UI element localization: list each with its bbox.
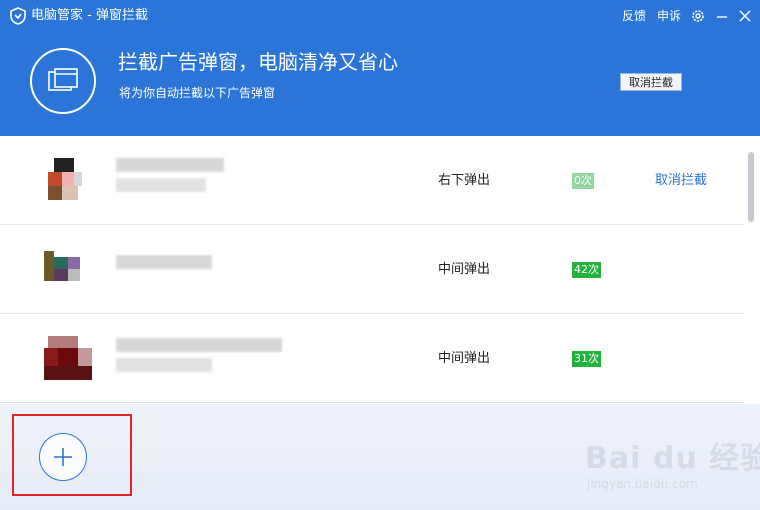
popup-window-icon xyxy=(30,48,96,114)
plus-icon xyxy=(54,448,72,466)
cancel-block-all-button[interactable]: 取消拦截 xyxy=(620,73,682,91)
window-title: 电脑管家 - 弹窗拦截 xyxy=(31,8,148,23)
baidu-watermark: Bai du 经验 jingyan.baidu.com xyxy=(585,433,760,493)
popup-position: 右下弹出 xyxy=(438,173,491,188)
watermark-url: jingyan.baidu.com xyxy=(587,477,698,491)
header-banner: 拦截广告弹窗，电脑清净又省心 将为你自动拦截以下广告弹窗 取消拦截 xyxy=(0,33,760,136)
app-name-blurred xyxy=(116,255,212,269)
cancel-block-link[interactable]: 取消拦截 xyxy=(655,173,707,189)
app-icon xyxy=(44,158,94,204)
title-bar: 电脑管家 - 弹窗拦截 反馈 申诉 xyxy=(0,0,760,33)
list-item: 右下弹出 0次 取消拦截 xyxy=(0,136,745,225)
list-item: 中间弹出 31次 xyxy=(0,314,745,403)
header-subtitle: 将为你自动拦截以下广告弹窗 xyxy=(119,86,276,100)
block-count-badge: 31次 xyxy=(572,351,601,367)
header-title: 拦截广告弹窗，电脑清净又省心 xyxy=(118,50,398,74)
list-scrollbar[interactable] xyxy=(748,152,754,222)
app-icon xyxy=(44,336,94,382)
block-count-badge: 42次 xyxy=(572,262,601,278)
feedback-link[interactable]: 反馈 xyxy=(622,8,646,24)
shield-logo-icon xyxy=(10,7,26,25)
minimize-icon[interactable] xyxy=(714,8,730,24)
add-button[interactable] xyxy=(39,433,87,481)
list-item: 中间弹出 42次 xyxy=(0,225,745,314)
app-name-blurred xyxy=(116,338,282,352)
app-name-blurred xyxy=(116,158,224,172)
close-icon[interactable] xyxy=(737,8,753,24)
popup-position: 中间弹出 xyxy=(438,262,491,277)
complain-link[interactable]: 申诉 xyxy=(657,8,681,24)
block-count-badge: 0次 xyxy=(572,173,594,189)
popup-position: 中间弹出 xyxy=(438,351,491,366)
gear-icon[interactable] xyxy=(690,8,706,24)
watermark-text: Bai du 经验 xyxy=(585,441,760,476)
app-desc-blurred xyxy=(116,358,212,372)
app-icon xyxy=(44,247,94,293)
app-desc-blurred xyxy=(116,178,206,192)
popup-list: 右下弹出 0次 取消拦截 中间弹出 42次 中间弹出 31次 xyxy=(0,136,760,404)
